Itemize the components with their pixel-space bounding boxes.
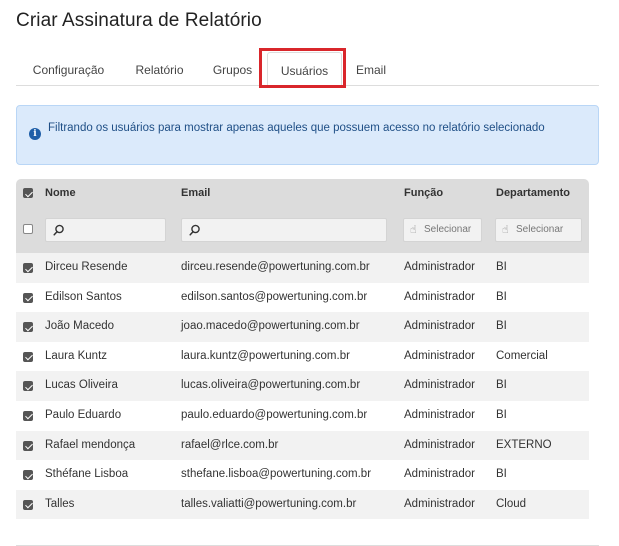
row-checkbox[interactable]	[23, 292, 33, 303]
cell-department: Cloud	[496, 497, 527, 510]
cell-email: sthefane.lisboa@powertuning.com.br	[181, 468, 372, 481]
row-checkbox[interactable]	[23, 470, 33, 481]
search-icon	[189, 224, 200, 236]
cell-role: Administrador	[404, 468, 475, 481]
row-checkbox[interactable]	[23, 322, 33, 333]
tab-grupos[interactable]: Grupos	[198, 52, 267, 86]
tab-relatorio[interactable]: Relatório	[121, 52, 198, 86]
cell-email: paulo.eduardo@powertuning.com.br	[181, 408, 368, 421]
row-checkbox[interactable]	[23, 440, 33, 451]
grid-header: Nome Email Função Departamento ☝ Selecio…	[16, 179, 589, 253]
cell-role: Administrador	[404, 290, 475, 303]
cell-role: Administrador	[404, 261, 475, 273]
table-row[interactable]: Lucas Oliveira lucas.oliveira@powertunin…	[16, 371, 589, 401]
hand-pointer-icon: ☝	[502, 224, 509, 236]
cell-role: Administrador	[404, 320, 475, 333]
departamento-select-label: Selecionar	[516, 224, 564, 235]
funcao-select-filter[interactable]: ☝ Selecionar	[403, 218, 482, 242]
info-alert-text: Filtrando os usuários para mostrar apena…	[48, 122, 545, 134]
funcao-select-label: Selecionar	[424, 224, 472, 235]
cell-role: Administrador	[404, 349, 475, 362]
hand-pointer-icon: ☝	[410, 224, 417, 236]
cell-email: rafael@rlce.com.br	[181, 438, 279, 451]
cell-email: dirceu.resende@powertuning.com.br	[181, 261, 370, 273]
tab-configuracao[interactable]: Configuração	[16, 52, 121, 86]
cell-department: BI	[496, 261, 507, 273]
cell-name: João Macedo	[45, 320, 115, 333]
row-checkbox[interactable]	[23, 351, 33, 362]
cell-name: Talles	[45, 497, 75, 510]
cell-name: Laura Kuntz	[45, 349, 108, 362]
name-filter-input[interactable]	[45, 218, 166, 242]
cell-role: Administrador	[404, 438, 475, 451]
column-header-email[interactable]: Email	[181, 187, 210, 199]
column-header-nome[interactable]: Nome	[45, 187, 76, 199]
table-row[interactable]: Talles talles.valiatti@powertuning.com.b…	[16, 489, 589, 520]
cell-name: Dirceu Resende	[45, 261, 128, 273]
cell-email: talles.valiatti@powertuning.com.br	[181, 497, 357, 510]
email-filter-input[interactable]	[181, 218, 387, 242]
row-checkbox[interactable]	[23, 410, 33, 421]
info-icon: i	[29, 128, 41, 140]
table-row[interactable]: Rafael mendonça rafael@rlce.com.br Admin…	[16, 430, 589, 461]
cell-name: Edilson Santos	[45, 290, 122, 303]
tab-bar: Configuração Relatório Grupos Usuários E…	[16, 52, 599, 87]
cell-name: Sthéfane Lisboa	[45, 468, 129, 481]
cell-department: BI	[496, 290, 507, 303]
filter-row-checkbox[interactable]	[23, 224, 33, 234]
cell-role: Administrador	[404, 497, 475, 510]
table-row[interactable]: Edilson Santos edilson.santos@powertunin…	[16, 283, 589, 313]
info-alert: i Filtrando os usuários para mostrar ape…	[16, 105, 599, 165]
page-title: Criar Assinatura de Relatório	[16, 10, 262, 31]
cell-role: Administrador	[404, 379, 475, 392]
table-row[interactable]: Sthéfane Lisboa sthefane.lisboa@powertun…	[16, 460, 589, 490]
row-checkbox[interactable]	[23, 381, 33, 392]
cell-name: Rafael mendonça	[45, 438, 136, 451]
tab-usuarios[interactable]: Usuários	[267, 52, 342, 87]
cell-name: Paulo Eduardo	[45, 408, 122, 421]
cell-department: BI	[496, 468, 507, 481]
cell-department: EXTERNO	[496, 438, 552, 451]
departamento-select-filter[interactable]: ☝ Selecionar	[495, 218, 582, 242]
table-row[interactable]: Dirceu Resende dirceu.resende@powertunin…	[16, 253, 589, 283]
cell-department: BI	[496, 379, 507, 392]
cell-name: Lucas Oliveira	[45, 379, 118, 392]
cell-department: BI	[496, 408, 507, 421]
cell-role: Administrador	[404, 408, 475, 421]
select-all-checkbox[interactable]	[23, 188, 33, 198]
column-header-funcao[interactable]: Função	[404, 187, 443, 199]
table-row[interactable]: Laura Kuntz laura.kuntz@powertuning.com.…	[16, 342, 589, 372]
cell-department: BI	[496, 320, 507, 333]
search-icon	[53, 224, 64, 236]
table-row[interactable]: Paulo Eduardo paulo.eduardo@powertuning.…	[16, 401, 589, 431]
column-header-departamento[interactable]: Departamento	[496, 187, 570, 199]
row-checkbox[interactable]	[23, 263, 33, 273]
cell-email: edilson.santos@powertuning.com.br	[181, 290, 368, 303]
cell-department: Comercial	[496, 349, 548, 362]
row-checkbox[interactable]	[23, 499, 33, 510]
table-row[interactable]: João Macedo joao.macedo@powertuning.com.…	[16, 312, 589, 342]
users-grid: Nome Email Função Departamento ☝ Selecio…	[16, 179, 589, 520]
cell-email: laura.kuntz@powertuning.com.br	[181, 349, 350, 362]
cell-email: lucas.oliveira@powertuning.com.br	[181, 379, 361, 392]
tab-email[interactable]: Email	[342, 52, 400, 86]
cell-email: joao.macedo@powertuning.com.br	[181, 320, 360, 333]
